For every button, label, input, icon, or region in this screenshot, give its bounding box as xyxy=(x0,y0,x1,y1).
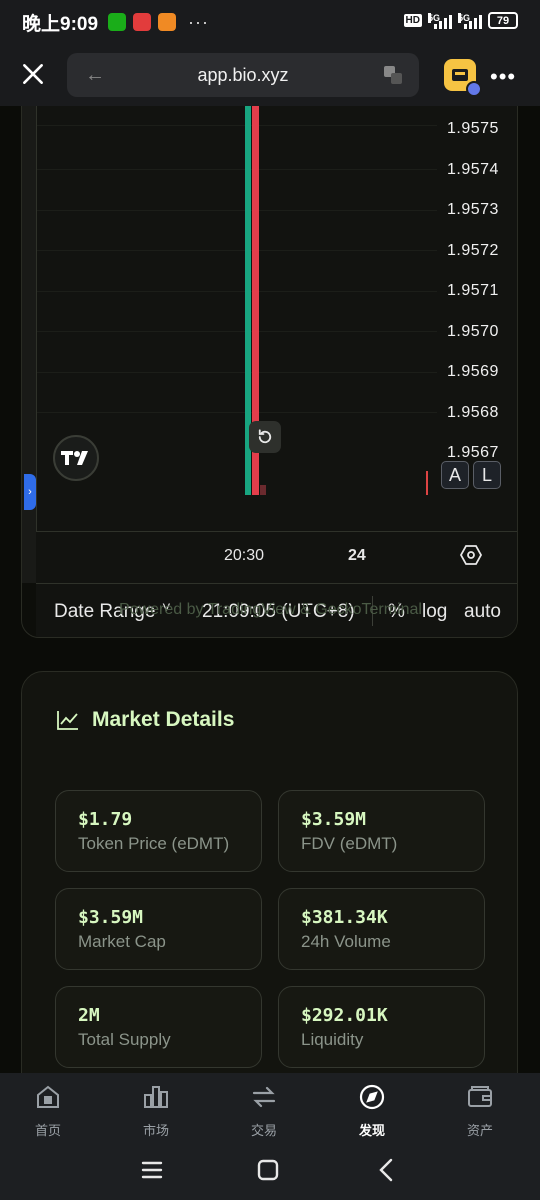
nav-discover[interactable]: 发现 xyxy=(337,1083,407,1139)
stat-value: $381.34K xyxy=(301,907,388,928)
time-label: 20:30 xyxy=(224,547,265,564)
time-label: 24 xyxy=(348,547,366,564)
nav-label: 资产 xyxy=(466,1123,493,1138)
bottom-nav: 首页 市场 交易 发现 资产 xyxy=(0,1073,540,1200)
price-label: 1.9574 xyxy=(447,161,499,178)
url-bar[interactable]: ← app.bio.xyz xyxy=(67,53,419,97)
stat-label: 24h Volume xyxy=(301,932,391,951)
stat-fdv: $3.59M FDV (eDMT) xyxy=(278,790,485,872)
price-label: 1.9571 xyxy=(447,282,499,299)
price-label: 1.9570 xyxy=(447,323,499,340)
back-button-icon[interactable] xyxy=(372,1155,402,1185)
swap-icon xyxy=(252,1086,276,1108)
stat-market-cap: $3.59M Market Cap xyxy=(55,888,262,970)
auto-scale-button[interactable]: A xyxy=(441,461,469,489)
tradingview-icon xyxy=(61,451,88,465)
grid-line xyxy=(37,412,437,413)
wallet-icon xyxy=(468,1086,492,1107)
close-icon[interactable] xyxy=(20,61,46,87)
stat-value: $1.79 xyxy=(78,809,133,830)
last-price-marker xyxy=(426,471,428,495)
price-label: 1.9575 xyxy=(447,120,499,137)
stat-label: Total Supply xyxy=(78,1030,171,1049)
grid-line xyxy=(37,125,437,126)
browser-bar: ← app.bio.xyz ••• xyxy=(0,44,540,106)
market-details-header: Market Details xyxy=(56,708,234,732)
reset-icon xyxy=(258,429,272,444)
grid-line xyxy=(37,291,437,292)
grid-line xyxy=(37,250,437,251)
home-icon xyxy=(37,1085,59,1108)
system-nav-bar xyxy=(0,1155,540,1195)
price-label: 1.9567 xyxy=(447,444,499,461)
home-button-icon[interactable] xyxy=(253,1155,283,1185)
translate-icon[interactable] xyxy=(383,65,403,85)
signal-2-icon: 5G xyxy=(458,12,482,29)
status-bar: 晚上9:09 ··· HD 5G 5G 79 xyxy=(0,0,540,44)
tradingview-logo[interactable] xyxy=(53,435,99,481)
more-notifications-icon: ··· xyxy=(188,11,210,32)
wallet-button[interactable] xyxy=(444,59,482,97)
price-label: 1.9572 xyxy=(447,242,499,259)
price-label: 1.9569 xyxy=(447,363,499,380)
status-indicators: HD 5G 5G 79 xyxy=(403,12,518,29)
grid-line xyxy=(37,210,437,211)
grid-line xyxy=(37,331,437,332)
side-panel-handle[interactable]: › xyxy=(24,474,36,510)
grid-line xyxy=(37,169,437,170)
stat-value: $3.59M xyxy=(78,907,144,928)
nav-market[interactable]: 市场 xyxy=(121,1083,191,1139)
chart-left-strip xyxy=(22,105,36,583)
recents-icon[interactable] xyxy=(137,1155,167,1185)
nav-label: 市场 xyxy=(142,1123,169,1138)
price-label: 1.9573 xyxy=(447,201,499,218)
wechat-icon xyxy=(108,13,127,31)
stat-label: FDV (eDMT) xyxy=(301,834,398,853)
compass-icon xyxy=(359,1084,385,1110)
bar-chart-icon xyxy=(144,1086,168,1108)
grid-line xyxy=(37,372,437,373)
time-axis[interactable]: 20:30 24 xyxy=(36,531,517,583)
battery-icon: 79 xyxy=(488,12,518,29)
url-text: app.bio.xyz xyxy=(197,65,289,85)
nav-label: 发现 xyxy=(358,1123,385,1138)
stat-token-price: $1.79 Token Price (eDMT) xyxy=(55,790,262,872)
stat-value: 2M xyxy=(78,1005,100,1026)
nav-trade[interactable]: 交易 xyxy=(229,1083,299,1139)
stat-label: Liquidity xyxy=(301,1030,364,1049)
signal-1-icon: 5G xyxy=(428,12,452,29)
market-details-title: Market Details xyxy=(92,708,235,731)
chart-settings-icon[interactable] xyxy=(459,543,483,567)
volume-bar xyxy=(260,485,266,495)
browser-menu-icon[interactable]: ••• xyxy=(490,64,516,90)
powered-by-text[interactable]: Powered by TradingView & GeckoTerminal xyxy=(22,601,517,619)
log-scale-button[interactable]: L xyxy=(473,461,501,489)
chart-card: 1.9575 1.9574 1.9573 1.9572 1.9571 1.957… xyxy=(21,80,518,638)
stat-value: $3.59M xyxy=(301,809,367,830)
stat-24h-volume: $381.34K 24h Volume xyxy=(278,888,485,970)
status-time: 晚上9:09 xyxy=(22,13,99,35)
nav-home[interactable]: 首页 xyxy=(13,1083,83,1139)
stat-value: $292.01K xyxy=(301,1005,388,1026)
market-details-card: Market Details $1.79 Token Price (eDMT) … xyxy=(21,671,518,1121)
stat-liquidity: $292.01K Liquidity xyxy=(278,986,485,1068)
reset-chart-button[interactable] xyxy=(249,421,281,453)
hd-badge: HD xyxy=(403,14,422,27)
nav-assets[interactable]: 资产 xyxy=(445,1083,515,1139)
stat-total-supply: 2M Total Supply xyxy=(55,986,262,1068)
stat-label: Token Price (eDMT) xyxy=(78,834,230,853)
price-chart[interactable]: 1.9575 1.9574 1.9573 1.9572 1.9571 1.957… xyxy=(36,105,517,531)
line-chart-icon xyxy=(57,711,78,730)
ethereum-icon xyxy=(466,81,482,97)
nav-label: 交易 xyxy=(250,1123,277,1138)
nav-label: 首页 xyxy=(34,1123,61,1138)
news-app-icon xyxy=(133,13,152,31)
mail-app-icon xyxy=(158,13,177,31)
price-label: 1.9568 xyxy=(447,404,499,421)
stat-label: Market Cap xyxy=(78,932,166,951)
